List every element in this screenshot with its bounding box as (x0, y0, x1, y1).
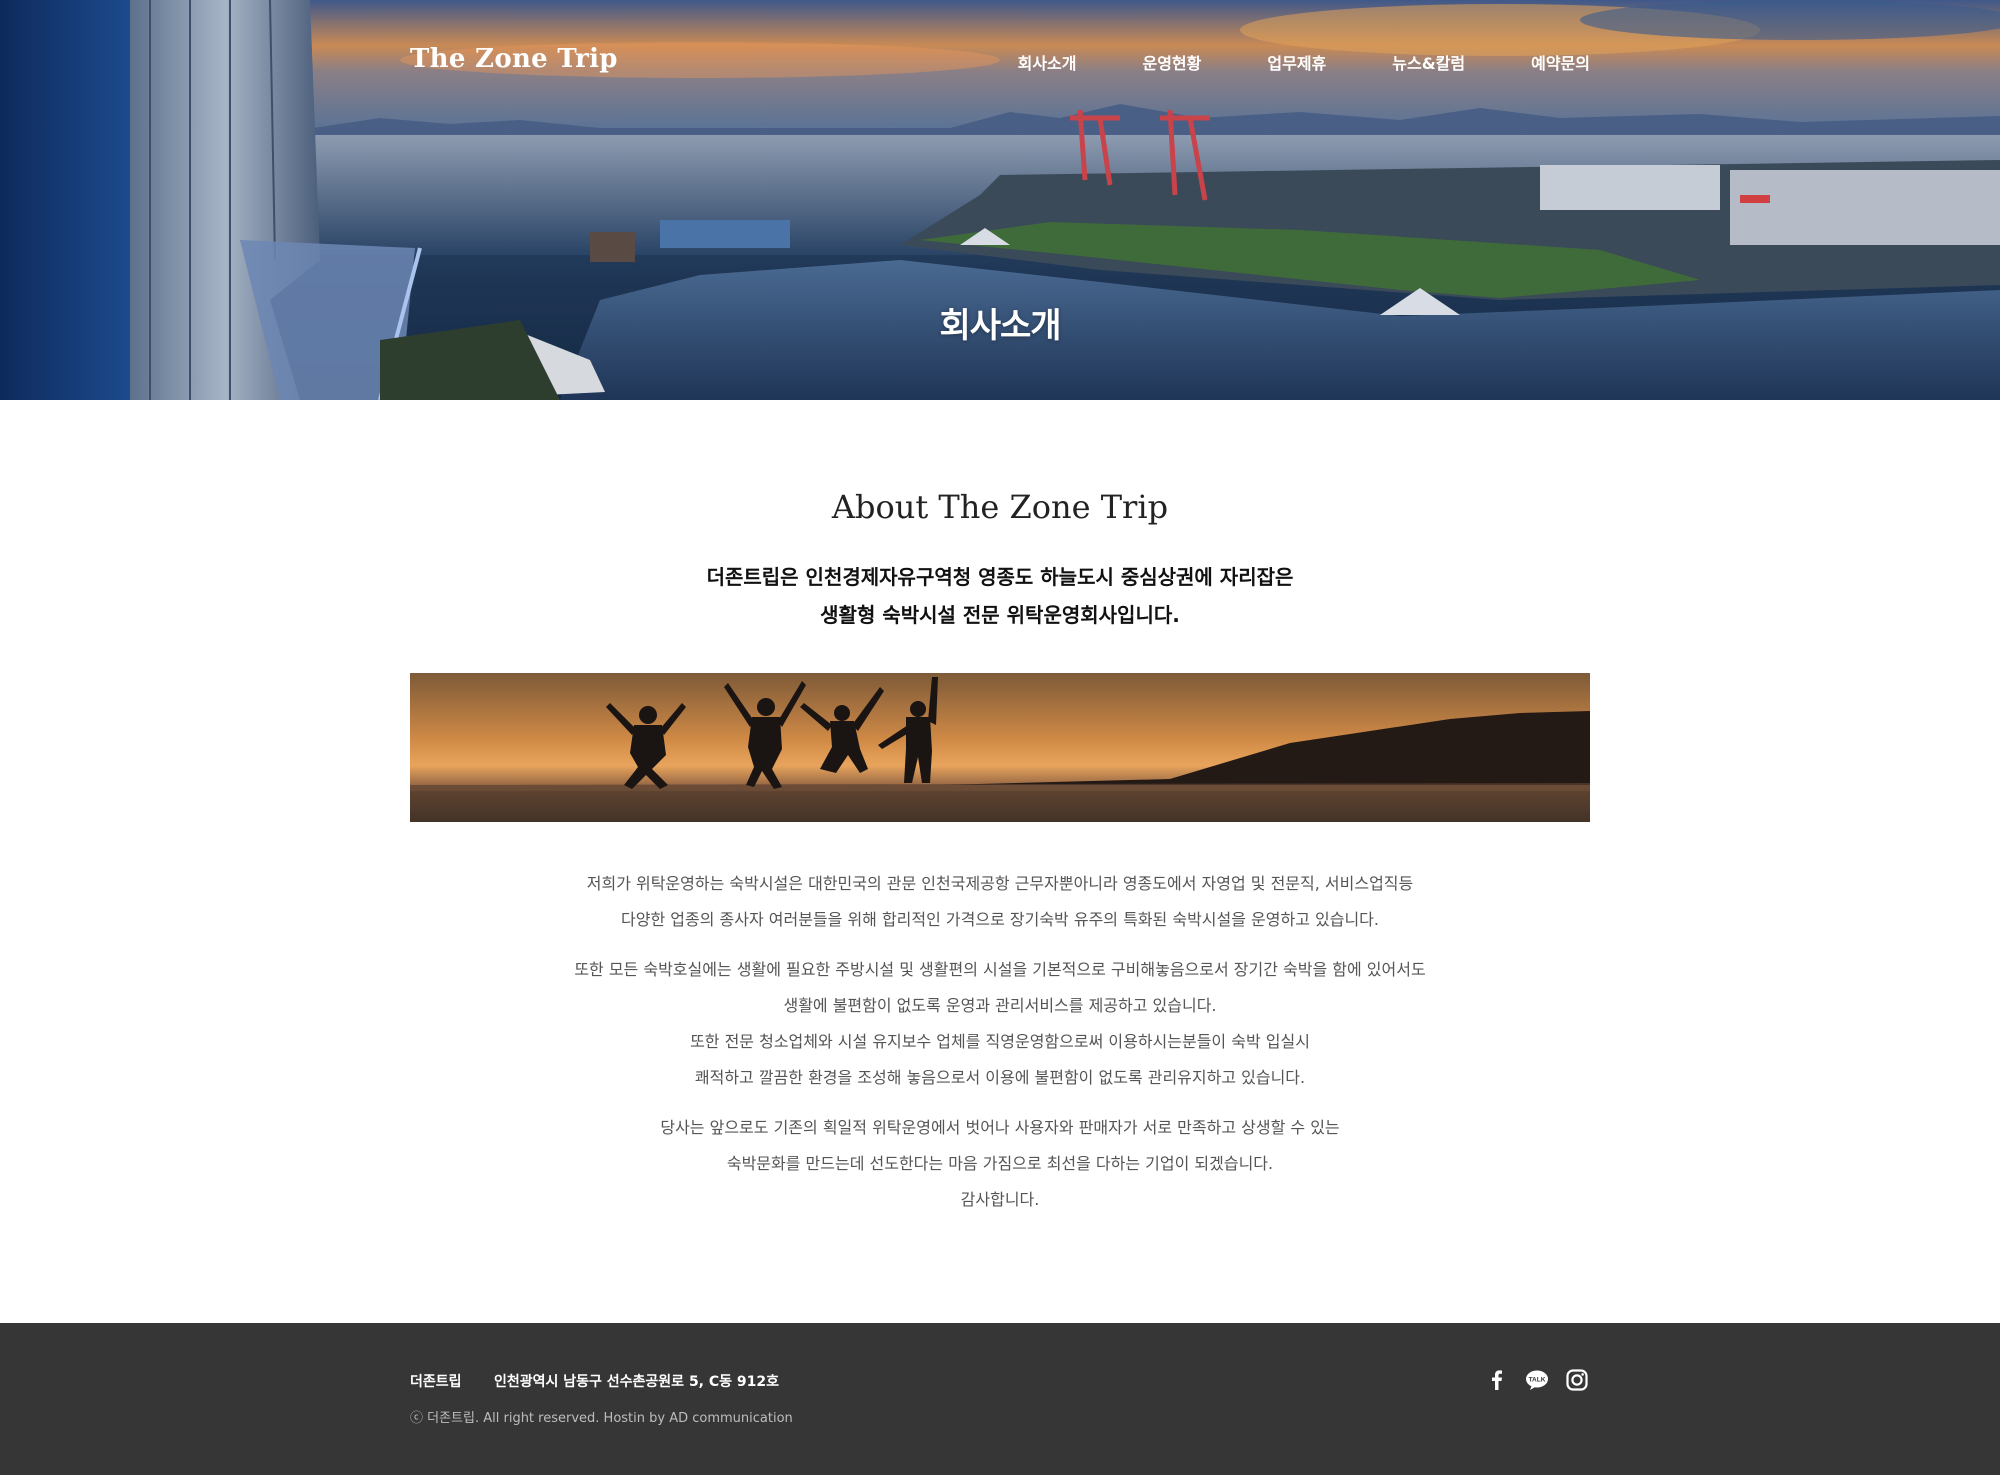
nav-item-reservation[interactable]: 예약문의 (1531, 50, 1590, 74)
about-heading: About The Zone Trip (831, 488, 1169, 526)
nav-item-operations[interactable]: 운영현황 (1142, 50, 1201, 74)
paragraph-line: 생활에 불편함이 없도록 운영과 관리서비스를 제공하고 있습니다. (783, 996, 1217, 1015)
footer-address: 인천광역시 남동구 선수촌공원로 5, C동 912호 (494, 1374, 780, 1390)
paragraph-line: 또한 전문 청소업체와 시설 유지보수 업체를 직영운영함으로써 이용하시는분들… (690, 1032, 1310, 1051)
hero-banner: The Zone Trip 회사소개 운영현황 업무제휴 뉴스&칼럼 예약문의 … (0, 0, 2000, 400)
intro-line: 더존트립은 인천경제자유구역청 영종도 하늘도시 중심상권에 자리잡은 (706, 565, 1294, 589)
footer-copyright: ⓒ 더존트립. All right reserved. Hostin by AD… (410, 1411, 793, 1426)
about-body: 저희가 위탁운영하는 숙박시설은 대한민국의 관문 인천국제공항 근무자뿐아니라… (0, 866, 2000, 1232)
site-footer: 더존트립 인천광역시 남동구 선수촌공원로 5, C동 912호 ⓒ 더존트립.… (0, 1323, 2000, 1475)
intro-text: 더존트립은 인천경제자유구역청 영종도 하늘도시 중심상권에 자리잡은 생활형 … (0, 558, 2000, 634)
paragraph: 또한 모든 숙박호실에는 생활에 필요한 주방시설 및 생활편의 시설을 기본적… (0, 952, 2000, 1096)
paragraph: 당사는 앞으로도 기존의 획일적 위탁운영에서 벗어나 사용자와 판매자가 서로… (0, 1110, 2000, 1218)
page-title: 회사소개 (939, 306, 1061, 346)
nav-item-company[interactable]: 회사소개 (1018, 50, 1077, 74)
facebook-icon[interactable] (1484, 1367, 1510, 1393)
site-header: The Zone Trip 회사소개 운영현황 업무제휴 뉴스&칼럼 예약문의 (0, 0, 2000, 124)
paragraph-line: 저희가 위탁운영하는 숙박시설은 대한민국의 관문 인천국제공항 근무자뿐아니라… (586, 874, 1414, 893)
paragraph: 저희가 위탁운영하는 숙박시설은 대한민국의 관문 인천국제공항 근무자뿐아니라… (0, 866, 2000, 938)
paragraph-line: 숙박문화를 만드는데 선도한다는 마음 가짐으로 최선을 다하는 기업이 되겠습… (726, 1154, 1274, 1173)
main-nav: 회사소개 운영현황 업무제휴 뉴스&칼럼 예약문의 (952, 50, 1590, 74)
paragraph-line: 감사합니다. (960, 1190, 1040, 1209)
kakaotalk-icon[interactable]: TALK (1524, 1367, 1550, 1393)
footer-company-name: 더존트립 (410, 1374, 462, 1390)
instagram-icon[interactable] (1564, 1367, 1590, 1393)
paragraph-line: 다양한 업종의 종사자 여러분들을 위해 합리적인 가격으로 장기숙박 유주의 … (621, 910, 1379, 929)
nav-item-news[interactable]: 뉴스&칼럼 (1392, 50, 1465, 74)
social-links: TALK (1470, 1367, 1590, 1393)
paragraph-line: 쾌적하고 깔끔한 환경을 조성해 놓음으로서 이용에 불편함이 없도록 관리유지… (694, 1068, 1306, 1087)
paragraph-line: 또한 모든 숙박호실에는 생활에 필요한 주방시설 및 생활편의 시설을 기본적… (574, 960, 1426, 979)
kakaotalk-icon-label: TALK (1529, 1377, 1546, 1384)
intro-line: 생활형 숙박시설 전문 위탁운영회사입니다. (820, 603, 1180, 627)
nav-item-partnership[interactable]: 업무제휴 (1267, 50, 1326, 74)
paragraph-line: 당사는 앞으로도 기존의 획일적 위탁운영에서 벗어나 사용자와 판매자가 서로… (660, 1118, 1340, 1137)
about-section: About The Zone Trip 더존트립은 인천경제자유구역청 영종도 … (0, 400, 2000, 1323)
jumping-people-sunset-image (410, 673, 1590, 822)
site-logo[interactable]: The Zone Trip (410, 44, 618, 74)
